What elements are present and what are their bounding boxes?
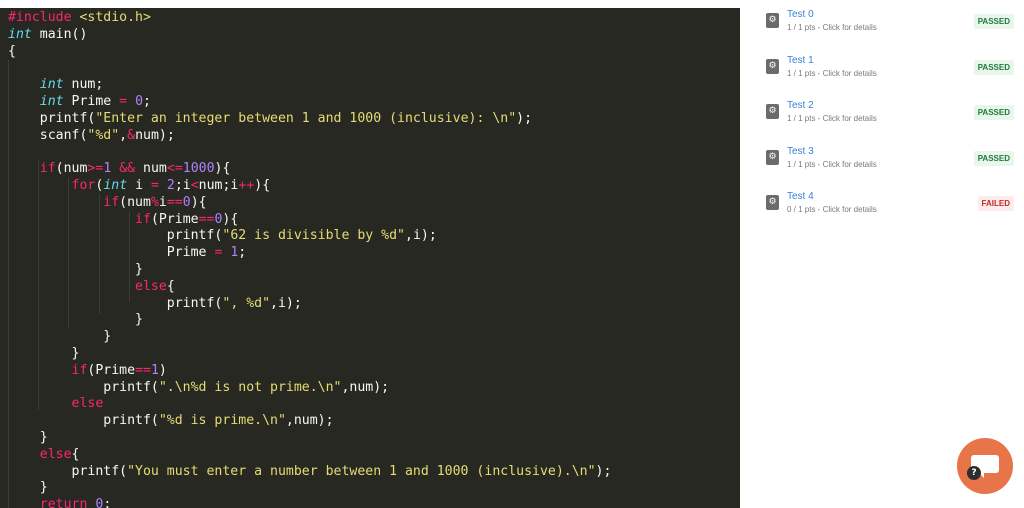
code-line: else [71, 396, 104, 412]
code-line: if(num%i==0){ [103, 194, 207, 210]
code-line: } [8, 312, 143, 328]
test-row-0[interactable]: ⚙ Test 0 1 / 1 pts - Click for details P… [766, 9, 1016, 49]
code-line: int Prime = 0; [39, 93, 151, 109]
code-line: else{ [39, 446, 80, 462]
code-line: } [8, 261, 143, 277]
test-name[interactable]: Test 4 [787, 191, 814, 202]
code-line: } [8, 480, 48, 496]
test-points[interactable]: 1 / 1 pts - Click for details [787, 114, 877, 123]
test-row-1[interactable]: ⚙ Test 1 1 / 1 pts - Click for details P… [766, 55, 1016, 95]
status-badge: PASSED [973, 60, 1014, 75]
code-line: scanf("%d",&num); [8, 127, 175, 143]
test-row-3[interactable]: ⚙ Test 3 1 / 1 pts - Click for details P… [766, 146, 1016, 186]
code-line: printf("Enter an integer between 1 and 1… [8, 110, 533, 126]
code-line: #include <stdio.h> [8, 10, 151, 25]
code-line: } [8, 429, 48, 445]
test-row-4[interactable]: ⚙ Test 4 0 / 1 pts - Click for details F… [766, 191, 1016, 231]
status-badge: FAILED [977, 196, 1014, 211]
code-editor[interactable]: #include <stdio.h> int main(){ int num; i… [0, 0, 740, 508]
code-line: return 0; [39, 497, 112, 508]
test-name[interactable]: Test 1 [787, 55, 814, 66]
code-line: if(num>=1 && num<=1000){ [39, 161, 231, 177]
test-row-2[interactable]: ⚙ Test 2 1 / 1 pts - Click for details P… [766, 100, 1016, 140]
code-line: for(int i = 2;i<num;i++){ [71, 177, 271, 193]
test-file-icon: ⚙ [766, 13, 779, 28]
test-name[interactable]: Test 0 [787, 9, 814, 20]
help-question-icon: ? [967, 466, 981, 480]
status-badge: PASSED [973, 151, 1014, 166]
test-name[interactable]: Test 2 [787, 100, 814, 111]
test-file-icon: ⚙ [766, 195, 779, 210]
status-badge: PASSED [973, 105, 1014, 120]
code-line: if(Prime==1) [71, 362, 167, 378]
code-line: else{ [135, 278, 175, 294]
test-name[interactable]: Test 3 [787, 146, 814, 157]
code-line: { [8, 43, 16, 59]
code-line: printf(", %d",i); [8, 295, 302, 311]
code-line: if(Prime==0){ [135, 211, 239, 227]
test-file-icon: ⚙ [766, 104, 779, 119]
source-code[interactable]: #include <stdio.h> int main(){ int num; i… [8, 10, 611, 508]
code-line: printf("You must enter a number between … [8, 463, 612, 479]
test-points[interactable]: 0 / 1 pts - Click for details [787, 205, 877, 214]
test-points[interactable]: 1 / 1 pts - Click for details [787, 23, 877, 32]
code-line: Prime = 1; [8, 245, 247, 261]
editor-top-strip [0, 0, 740, 8]
code-line: printf(".\n%d is not prime.\n",num); [8, 379, 390, 395]
code-line: int num; [39, 77, 104, 93]
test-points[interactable]: 1 / 1 pts - Click for details [787, 160, 877, 169]
chat-help-button[interactable]: ? [957, 438, 1013, 494]
code-line: int main() [8, 26, 88, 42]
test-points[interactable]: 1 / 1 pts - Click for details [787, 69, 877, 78]
status-badge: PASSED [973, 14, 1014, 29]
code-line: } [8, 345, 80, 361]
test-file-icon: ⚙ [766, 150, 779, 165]
code-line: } [8, 329, 112, 345]
test-file-icon: ⚙ [766, 59, 779, 74]
code-line: printf("%d is prime.\n",num); [8, 413, 334, 429]
code-line: printf("62 is divisible by %d",i); [8, 228, 437, 244]
include-target: <stdio.h> [79, 10, 151, 25]
